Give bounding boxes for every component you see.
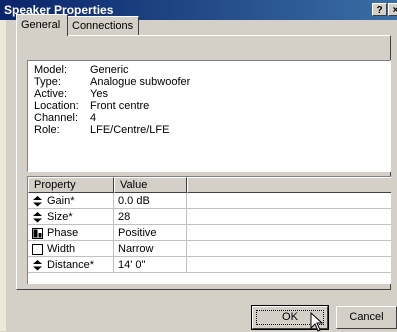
value-cell[interactable]: 0.0 dB (114, 193, 187, 209)
property-name: Phase (47, 227, 79, 239)
grid-header: Property Value (28, 177, 391, 193)
spinner-icon[interactable] (32, 196, 43, 207)
value-cell[interactable]: 14' 0" (114, 257, 187, 273)
checkbox-icon[interactable] (32, 244, 43, 255)
column-header-property[interactable]: Property (28, 177, 114, 193)
tab-connections[interactable]: Connections (67, 16, 139, 35)
property-cell: Size* (28, 209, 114, 225)
property-name: Size* (47, 211, 73, 223)
spinner-icon[interactable] (32, 260, 43, 271)
tab-general[interactable]: General (16, 14, 68, 36)
help-button[interactable]: ? (372, 3, 387, 16)
column-header-value[interactable]: Value (114, 177, 187, 193)
cancel-button[interactable]: Cancel (336, 306, 397, 329)
speaker-info-box: Model: Generic Type: Analogue subwoofer … (27, 60, 391, 172)
property-cell: Distance* (28, 257, 114, 273)
property-name: Distance* (47, 259, 95, 271)
empty-cell (187, 241, 391, 257)
grid-row-distance[interactable]: Distance* 14' 0" (28, 257, 391, 273)
empty-cell (187, 257, 391, 273)
phase-toggle-icon[interactable] (32, 228, 43, 239)
spinner-icon[interactable] (32, 212, 43, 223)
empty-cell (187, 193, 391, 209)
grid-row-size[interactable]: Size* 28 (28, 209, 391, 225)
empty-cell (187, 209, 391, 225)
property-name: Gain* (47, 195, 75, 207)
info-value: Front centre (90, 100, 150, 112)
grid-row-phase[interactable]: Phase Positive (28, 225, 391, 241)
value-cell[interactable]: 28 (114, 209, 187, 225)
property-grid: Property Value Gain* 0.0 dB Size* 28 Pha… (27, 176, 391, 284)
close-button[interactable]: × (388, 3, 397, 16)
mouse-cursor-icon (310, 312, 324, 332)
column-header-spacer (187, 177, 391, 193)
property-cell: Phase (28, 225, 114, 241)
grid-row-width[interactable]: Width Narrow (28, 241, 391, 257)
info-label: Role: (34, 124, 60, 136)
property-cell: Width (28, 241, 114, 257)
value-cell[interactable]: Narrow (114, 241, 187, 257)
property-name: Width (47, 243, 76, 255)
value-cell[interactable]: Positive (114, 225, 187, 241)
grid-row-gain[interactable]: Gain* 0.0 dB (28, 193, 391, 209)
info-value: LFE/Centre/LFE (90, 124, 170, 136)
empty-cell (187, 225, 391, 241)
property-cell: Gain* (28, 193, 114, 209)
